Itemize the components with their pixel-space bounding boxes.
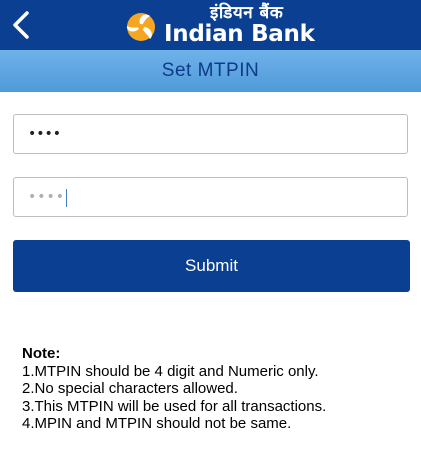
text-cursor: [66, 189, 67, 207]
confirm-mtpin-field[interactable]: [13, 177, 408, 217]
page-title: Set MTPIN: [161, 60, 260, 81]
note-section: Note: 1.MTPIN should be 4 digit and Nume…: [22, 345, 412, 433]
chevron-left-icon: [13, 11, 29, 39]
back-button[interactable]: [6, 6, 36, 44]
mtpin-field[interactable]: [13, 114, 408, 154]
confirm-mtpin-input[interactable]: [14, 178, 407, 216]
note-item: 1.MTPIN should be 4 digit and Numeric on…: [22, 362, 319, 380]
mtpin-input[interactable]: [14, 115, 407, 153]
note-item: 3.This MTPIN will be used for all transa…: [22, 397, 327, 415]
page-title-bar: Set MTPIN: [0, 50, 421, 92]
note-item: 4.MPIN and MTPIN should not be same.: [22, 415, 292, 432]
logo-english-text: Indian Bank: [164, 20, 315, 47]
indian-bank-emblem-icon: [126, 13, 155, 41]
indian-bank-logo: इंडियन बैंक Indian Bank: [122, 3, 315, 47]
submit-button[interactable]: Submit: [13, 240, 410, 292]
logo-hindi-text: इंडियन बैंक: [210, 2, 284, 23]
note-item: 2.No special characters allowed.: [22, 380, 238, 397]
note-title: Note:: [22, 345, 61, 362]
app-header: इंडियन बैंक Indian Bank: [0, 0, 421, 50]
